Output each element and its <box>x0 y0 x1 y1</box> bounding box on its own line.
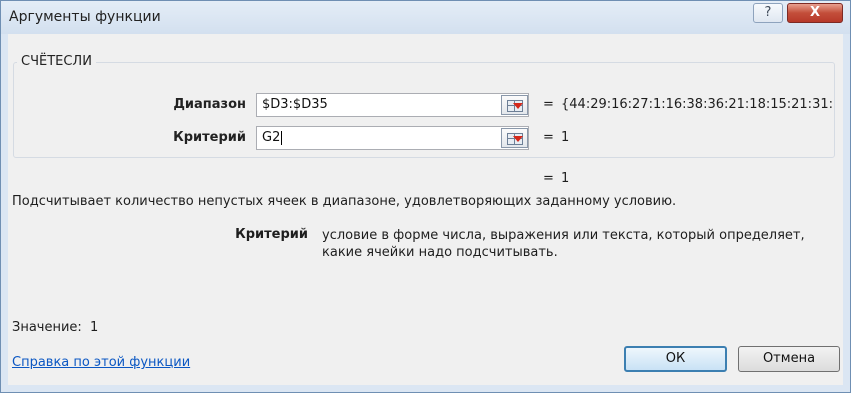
dialog-title: Аргументы функции <box>9 9 161 25</box>
criteria-equals: = <box>543 130 554 145</box>
function-description: Подсчитывает количество непустых ячеек в… <box>12 194 677 209</box>
range-input-value: $D3:$D35 <box>262 97 328 112</box>
ok-button[interactable]: ОК <box>624 346 727 372</box>
value-text: 1 <box>90 320 99 335</box>
function-help-link[interactable]: Справка по этой функции <box>12 355 190 370</box>
text-cursor <box>281 130 283 145</box>
cancel-button[interactable]: Отмена <box>738 346 840 372</box>
value-label: Значение: <box>12 320 82 335</box>
criteria-input[interactable]: G2 <box>256 126 529 150</box>
dialog-body: СЧЁТЕСЛИ Диапазон $D3:$D35 = {44:29:16:2… <box>8 34 843 385</box>
red-arrow-icon <box>513 103 523 109</box>
title-bar[interactable]: Аргументы функции ? X <box>1 1 850 34</box>
arg-label-range: Диапазон <box>173 97 246 112</box>
question-icon: ? <box>764 5 772 20</box>
arg-label-criteria: Критерий <box>173 130 246 145</box>
param-help-text: условие в форме числа, выражения или тек… <box>322 228 805 260</box>
formula-equals: = <box>543 171 554 186</box>
range-result: {44:29:16:27:1:16:38:36:21:18:15:21:31: <box>561 97 833 112</box>
criteria-result: 1 <box>561 130 570 145</box>
range-collapse-button[interactable] <box>501 95 528 115</box>
param-help-name: Критерий <box>235 227 308 242</box>
range-input[interactable]: $D3:$D35 <box>256 93 529 117</box>
criteria-collapse-button[interactable] <box>501 128 528 148</box>
criteria-input-value: G2 <box>262 130 281 145</box>
function-arguments-dialog: Аргументы функции ? X СЧЁТЕСЛИ Диапазон … <box>0 0 851 393</box>
help-button[interactable]: ? <box>753 3 783 23</box>
formula-result: 1 <box>561 171 570 186</box>
red-arrow-icon <box>513 136 523 142</box>
close-icon: X <box>809 5 821 20</box>
function-name: СЧЁТЕСЛИ <box>17 54 96 69</box>
close-button[interactable]: X <box>787 3 843 23</box>
range-equals: = <box>543 97 554 112</box>
